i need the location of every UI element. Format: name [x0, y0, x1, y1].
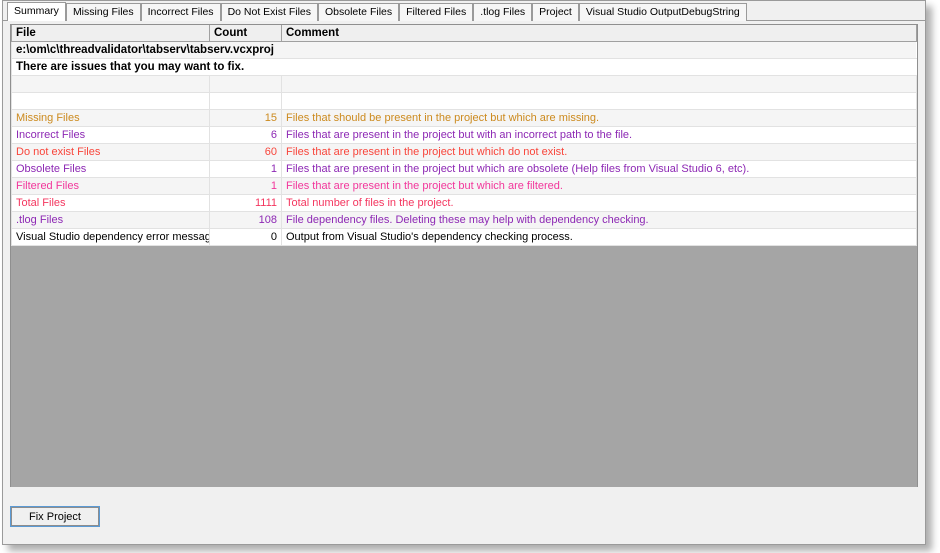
fix-project-button[interactable]: Fix Project	[10, 506, 100, 527]
table-row[interactable]	[11, 75, 917, 93]
headline-cell: e:\om\c\threadvalidator\tabserv\tabserv.…	[11, 41, 917, 59]
cell-file: Do not exist Files	[11, 143, 210, 161]
cell-count: 108	[209, 211, 282, 229]
column-header-count[interactable]: Count	[209, 25, 282, 42]
tab-tlog-files[interactable]: .tlog Files	[473, 3, 533, 21]
empty-cell	[209, 92, 282, 110]
cell-count: 0	[209, 228, 282, 246]
empty-cell	[281, 92, 917, 110]
table-row[interactable]: Total Files 1111 Total number of files in …	[11, 194, 917, 212]
cell-comment: Files that should be present in the proj…	[281, 109, 917, 127]
tab-obsolete-files[interactable]: Obsolete Files	[318, 3, 400, 21]
table-header: File Count Comment	[11, 25, 917, 42]
summary-table: File Count Comment e:\om\c\threadvalidat…	[11, 25, 917, 246]
cell-comment: Total number of files in the project.	[281, 194, 917, 212]
table-row[interactable]: .tlog Files 108 File dependency files. Del…	[11, 211, 917, 229]
cell-file: Incorrect Files	[11, 126, 210, 144]
cell-count: 1111	[209, 194, 282, 212]
cell-comment: Files that are present in the project bu…	[281, 160, 917, 178]
cell-file: Visual Studio dependency error messages	[11, 228, 210, 246]
tab-incorrect-files[interactable]: Incorrect Files	[140, 3, 221, 21]
table-row[interactable]: Missing Files 15 Files that should be pres…	[11, 109, 917, 127]
table-row[interactable]: e:\om\c\threadvalidator\tabserv\tabserv.…	[11, 41, 917, 59]
table-row[interactable]: Incorrect Files 6 Files that are present i…	[11, 126, 917, 144]
cell-file: Missing Files	[11, 109, 210, 127]
table-row[interactable]: Do not exist Files 60 Files that are prese…	[11, 143, 917, 161]
project-validator-window: Summary Missing Files Incorrect Files Do No…	[2, 0, 926, 545]
cell-count: 15	[209, 109, 282, 127]
table-row[interactable]	[11, 92, 917, 110]
cell-count: 6	[209, 126, 282, 144]
cell-file: Total Files	[11, 194, 210, 212]
tab-missing-files[interactable]: Missing Files	[65, 3, 141, 21]
empty-cell	[11, 92, 210, 110]
tab-strip: Summary Missing Files Incorrect Files Do No…	[3, 1, 925, 21]
cell-file: Filtered Files	[11, 177, 210, 195]
tab-visual-studio-outputdebugstring[interactable]: Visual Studio OutputDebugString	[578, 3, 747, 21]
cell-count: 60	[209, 143, 282, 161]
cell-comment: Files that are present in the project bu…	[281, 143, 917, 161]
cell-comment: Output from Visual Studio's dependency c…	[281, 228, 917, 246]
table-body: e:\om\c\threadvalidator\tabserv\tabserv.…	[11, 41, 917, 246]
tab-do-not-exist-files[interactable]: Do Not Exist Files	[220, 3, 318, 21]
cell-comment: Files that are present in the project bu…	[281, 177, 917, 195]
summary-grid-panel[interactable]: File Count Comment e:\om\c\threadvalidat…	[10, 24, 918, 505]
tab-project[interactable]: Project	[532, 3, 579, 21]
footer-bar: Fix Project	[3, 487, 925, 544]
tab-filtered-files[interactable]: Filtered Files	[399, 3, 474, 21]
column-header-file[interactable]: File	[11, 25, 210, 42]
empty-cell	[281, 75, 917, 93]
table-row[interactable]: Filtered Files 1 Files that are present in…	[11, 177, 917, 195]
table-row[interactable]: There are issues that you may want to fi…	[11, 58, 917, 76]
cell-comment: File dependency files. Deleting these ma…	[281, 211, 917, 229]
empty-cell	[209, 75, 282, 93]
client-area: File Count Comment e:\om\c\threadvalidat…	[3, 21, 925, 544]
headline-cell: There are issues that you may want to fi…	[11, 58, 917, 76]
empty-cell	[11, 75, 210, 93]
table-row[interactable]: Visual Studio dependency error messages 0…	[11, 228, 917, 246]
cell-file: Obsolete Files	[11, 160, 210, 178]
table-header-row: File Count Comment	[11, 25, 917, 42]
tab-summary[interactable]: Summary	[7, 2, 66, 21]
cell-count: 1	[209, 177, 282, 195]
cell-count: 1	[209, 160, 282, 178]
table-row[interactable]: Obsolete Files 1 Files that are present in…	[11, 160, 917, 178]
cell-comment: Files that are present in the project bu…	[281, 126, 917, 144]
column-header-comment[interactable]: Comment	[281, 25, 917, 42]
cell-file: .tlog Files	[11, 211, 210, 229]
